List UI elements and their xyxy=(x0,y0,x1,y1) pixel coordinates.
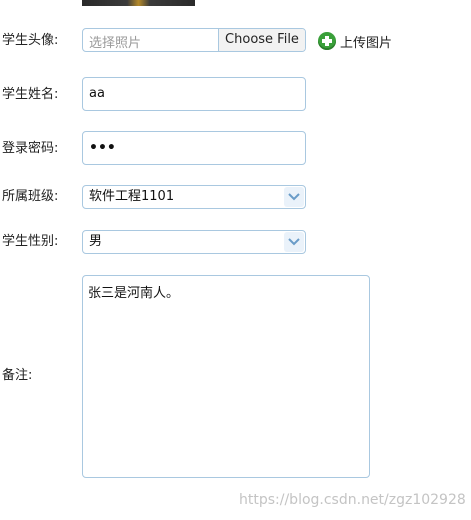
gender-select[interactable]: 男 xyxy=(82,230,306,254)
gender-label: 学生性别: xyxy=(2,234,59,249)
watermark-text: https://blog.csdn.net/zgz102928 xyxy=(239,492,466,508)
password-label: 登录密码: xyxy=(2,141,59,156)
choose-file-button[interactable]: Choose File xyxy=(218,29,305,51)
class-select-value: 软件工程1101 xyxy=(89,189,175,204)
student-form-page: 学生头像: 选择照片 Choose File 上传图片 学生姓名: aa 登录密… xyxy=(0,0,471,520)
avatar-file-placeholder: 选择照片 xyxy=(89,36,142,51)
class-select[interactable]: 软件工程1101 xyxy=(82,185,306,209)
name-input[interactable]: aa xyxy=(82,77,306,111)
avatar-label: 学生头像: xyxy=(2,33,59,48)
gender-select-value: 男 xyxy=(89,234,103,249)
name-label: 学生姓名: xyxy=(2,87,59,102)
upload-image-label: 上传图片 xyxy=(340,35,393,51)
avatar-preview-image xyxy=(82,0,195,6)
chevron-down-icon[interactable] xyxy=(284,187,304,207)
remark-textarea[interactable]: 张三是河南人。 xyxy=(82,275,370,478)
avatar-file-input[interactable]: 选择照片 Choose File xyxy=(82,28,306,52)
plus-icon xyxy=(318,32,336,50)
remark-label: 备注: xyxy=(2,368,33,383)
upload-image-button[interactable]: 上传图片 xyxy=(318,31,392,51)
password-input[interactable]: ••• xyxy=(82,131,306,165)
class-label: 所属班级: xyxy=(2,189,59,204)
chevron-down-icon[interactable] xyxy=(284,232,304,252)
